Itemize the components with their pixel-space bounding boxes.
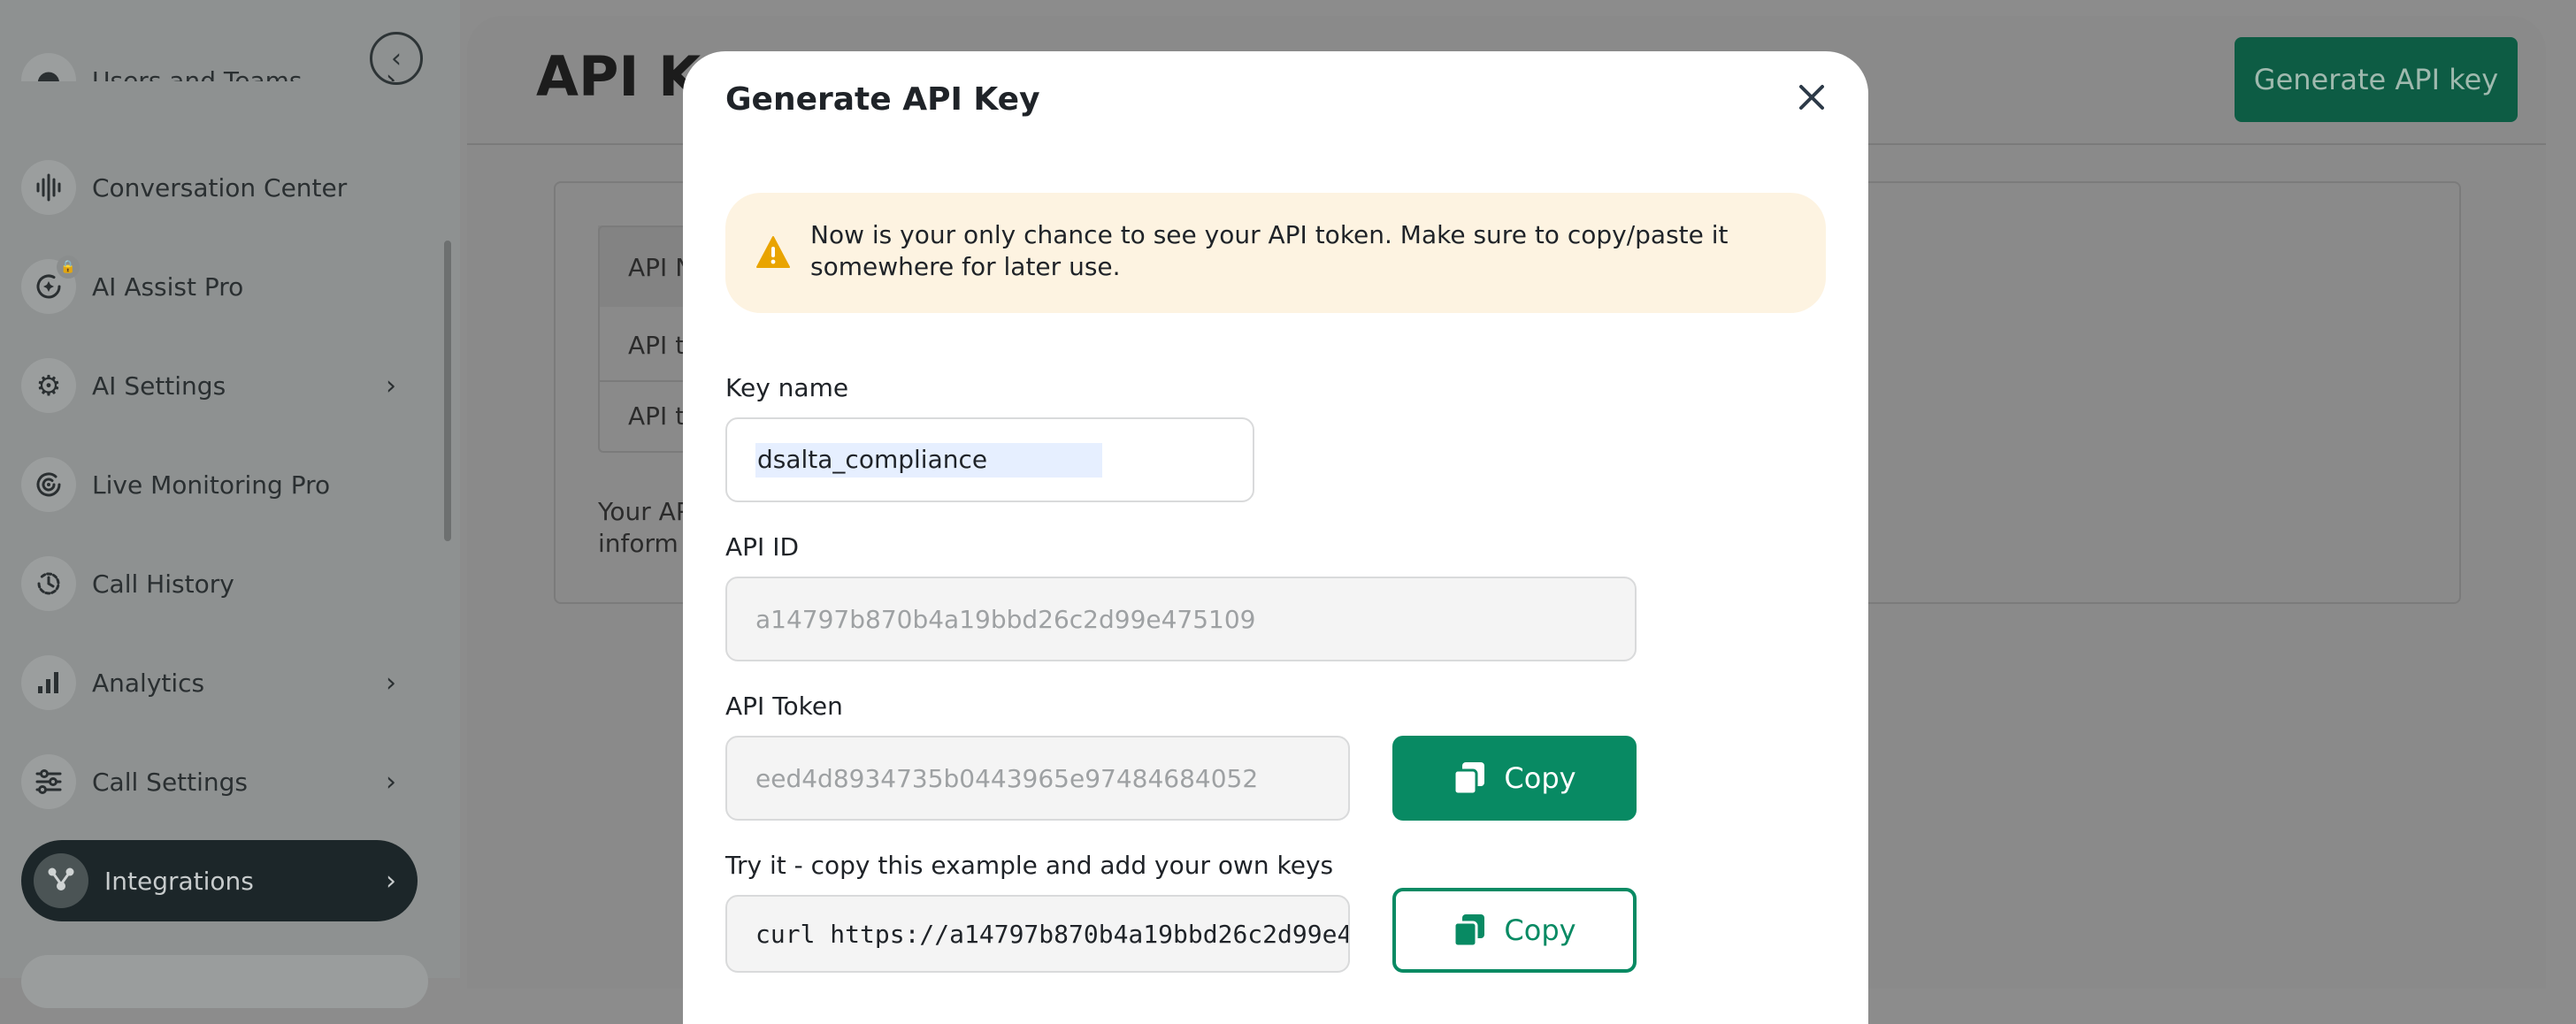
table-row: API t bbox=[628, 401, 686, 431]
generate-api-key-button[interactable]: Generate API key bbox=[2235, 37, 2518, 122]
sidebar-item-label: AI Assist Pro bbox=[92, 271, 244, 302]
sidebar-item-conversation-center[interactable]: Conversation Center bbox=[21, 147, 418, 228]
copy-icon bbox=[1453, 914, 1485, 948]
sidebar-item-label: Analytics bbox=[92, 668, 205, 698]
sidebar-item-ai-assist-pro[interactable]: 🔒 AI Assist Pro bbox=[21, 246, 418, 327]
copy-button-label: Copy bbox=[1504, 913, 1576, 947]
integrations-icon bbox=[34, 853, 88, 908]
sidebar-scrollbar[interactable] bbox=[444, 241, 451, 541]
sidebar-item-label: Users and Teams bbox=[92, 66, 303, 81]
api-id-label: API ID bbox=[725, 532, 800, 562]
sidebar-item-integrations[interactable]: Integrations › bbox=[21, 840, 418, 921]
note-text: Your AP bbox=[598, 497, 691, 526]
sidebar-item-label: Call Settings bbox=[92, 767, 249, 797]
example-label: Try it - copy this example and add your … bbox=[725, 851, 1334, 880]
api-id-field[interactable]: a14797b870b4a19bbd26c2d99e475109 bbox=[725, 577, 1637, 661]
table-row: API t bbox=[628, 331, 686, 360]
modal-title: Generate API Key bbox=[725, 81, 1040, 118]
chevron-right-icon: › bbox=[386, 865, 396, 897]
bar-chart-icon bbox=[21, 655, 76, 710]
sidebar-item-label: Integrations bbox=[104, 866, 254, 896]
chevron-right-icon: › bbox=[386, 65, 396, 81]
sidebar-item-label: Conversation Center bbox=[92, 172, 348, 203]
lock-icon: 🔒 bbox=[57, 256, 80, 279]
radar-icon bbox=[21, 457, 76, 512]
soundwave-icon bbox=[21, 160, 76, 215]
copy-button-label: Copy bbox=[1504, 761, 1576, 795]
chevron-right-icon: › bbox=[386, 370, 396, 401]
sidebar-item-ai-settings[interactable]: ⚙ AI Settings › bbox=[21, 345, 418, 426]
copy-example-button[interactable]: Copy bbox=[1392, 888, 1637, 973]
sidebar-footer-item[interactable] bbox=[21, 955, 428, 1008]
curl-example-value: curl https://a14797b870b4a19bbd26c2d99e4… bbox=[755, 919, 1350, 949]
curl-example-field[interactable]: curl https://a14797b870b4a19bbd26c2d99e4… bbox=[725, 895, 1350, 973]
sidebar-item-label: Live Monitoring Pro bbox=[92, 470, 331, 500]
chevron-right-icon: › bbox=[386, 667, 396, 699]
sidebar-item-analytics[interactable]: Analytics › bbox=[21, 642, 418, 723]
key-name-input[interactable]: dsalta_compliance bbox=[725, 417, 1254, 502]
sidebar-item-users-and-teams[interactable]: ● Users and Teams › bbox=[21, 46, 418, 81]
chevron-right-icon: › bbox=[386, 766, 396, 798]
api-id-value: a14797b870b4a19bbd26c2d99e475109 bbox=[755, 604, 1256, 634]
warning-icon bbox=[755, 235, 791, 269]
sidebar-item-call-history[interactable]: Call History bbox=[21, 543, 418, 624]
note-text: inform bbox=[598, 529, 678, 558]
sidebar-item-label: AI Settings bbox=[92, 371, 226, 401]
copy-token-button[interactable]: Copy bbox=[1392, 736, 1637, 821]
copy-icon bbox=[1453, 762, 1485, 796]
sidebar-item-live-monitoring-pro[interactable]: Live Monitoring Pro bbox=[21, 444, 418, 525]
ai-assist-icon: 🔒 bbox=[21, 256, 80, 314]
close-modal-button[interactable] bbox=[1792, 78, 1831, 117]
sidebar-item-call-settings[interactable]: Call Settings › bbox=[21, 741, 418, 822]
api-token-field[interactable]: eed4d8934735b0443965e97484684052 bbox=[725, 736, 1350, 821]
api-token-value: eed4d8934735b0443965e97484684052 bbox=[755, 763, 1259, 793]
history-icon bbox=[21, 556, 76, 611]
alert-message: Now is your only chance to see your API … bbox=[810, 220, 1729, 281]
key-name-value: dsalta_compliance bbox=[755, 442, 1103, 478]
gear-icon: ⚙ bbox=[21, 358, 76, 413]
sliders-icon bbox=[21, 754, 76, 809]
sidebar-item-label: Call History bbox=[92, 569, 234, 599]
close-icon bbox=[1799, 85, 1824, 110]
key-name-label: Key name bbox=[725, 373, 849, 402]
users-icon: ● bbox=[21, 53, 76, 81]
api-token-label: API Token bbox=[725, 692, 843, 721]
